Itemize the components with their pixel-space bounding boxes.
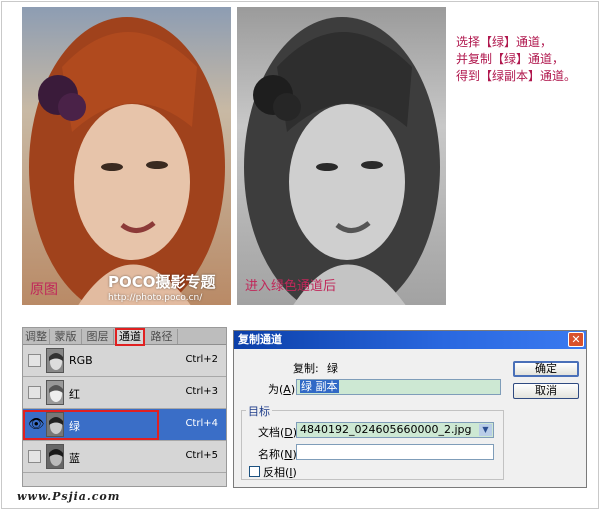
ok-button[interactable]: 确定	[513, 361, 579, 377]
tab-paths[interactable]: 路径	[146, 329, 178, 344]
instruction-text: 选择【绿】通道， 并复制【绿】通道， 得到【绿副本】通道。	[456, 34, 596, 85]
instruction-line: 并复制【绿】通道，	[456, 52, 565, 66]
duplicate-channel-dialog: 复制通道 ✕ 复制: 绿 为(A): 绿 副本 确定 取消 目标 文档(D): …	[233, 330, 587, 488]
green-channel-caption: 进入绿色通道后	[245, 279, 337, 294]
document-value: 4840192_024605660000_2.jpg	[300, 423, 472, 436]
channel-thumbnail	[46, 348, 64, 373]
selection-highlight-box	[23, 410, 159, 440]
green-channel-photo: 进入绿色通道后	[237, 7, 446, 305]
name-label: 名称(N):	[258, 448, 301, 461]
document-select[interactable]: 4840192_024605660000_2.jpg ▼	[296, 422, 494, 438]
channel-row-green[interactable]: 👁 绿 Ctrl+4	[23, 409, 226, 441]
watermark-brand: POCO摄影专题	[108, 273, 216, 291]
channel-thumbnail	[46, 380, 64, 405]
target-group-label: 目标	[246, 403, 272, 419]
instruction-line: 选择【绿】通道，	[456, 35, 553, 49]
chevron-down-icon[interactable]: ▼	[479, 424, 492, 436]
dialog-title: 复制通道	[238, 333, 282, 346]
panel-tabs: 调整 蒙版 图层 通道 路径	[23, 328, 226, 346]
visibility-toggle[interactable]	[28, 450, 41, 463]
channel-shortcut: Ctrl+3	[185, 386, 218, 397]
channel-row-blue[interactable]: 蓝 Ctrl+5	[23, 441, 226, 473]
channel-name: 蓝	[69, 452, 80, 465]
original-caption: 原图	[30, 282, 58, 298]
document-label: 文档(D):	[258, 426, 301, 439]
original-photo: 原图 POCO摄影专题 http://photo.poco.cn/	[22, 7, 231, 305]
channel-row-red[interactable]: 红 Ctrl+3	[23, 377, 226, 409]
close-icon[interactable]: ✕	[568, 332, 584, 347]
visibility-toggle[interactable]	[28, 386, 41, 399]
watermark-url: http://photo.poco.cn/	[108, 293, 203, 303]
as-name-input[interactable]: 绿 副本	[296, 379, 501, 395]
tab-channels[interactable]: 通道	[115, 328, 145, 346]
poco-watermark: POCO摄影专题 http://photo.poco.cn/	[108, 271, 228, 303]
channel-row-rgb[interactable]: RGB Ctrl+2	[23, 345, 226, 377]
portrait-color-illustration	[29, 17, 225, 305]
copy-value: 绿	[327, 362, 338, 375]
site-url: www.Psjia.com	[17, 490, 121, 503]
channel-thumbnail	[46, 444, 64, 469]
as-label: 为(A):	[268, 383, 299, 396]
copy-label: 复制:	[293, 362, 319, 375]
channel-name: 红	[69, 388, 80, 401]
channel-shortcut: Ctrl+4	[185, 418, 218, 429]
tab-layers[interactable]: 图层	[82, 329, 114, 344]
visibility-toggle[interactable]	[28, 354, 41, 367]
channel-shortcut: Ctrl+2	[185, 354, 218, 365]
invert-checkbox[interactable]	[249, 466, 260, 477]
as-name-value: 绿 副本	[300, 380, 339, 393]
tab-adjustments[interactable]: 调整	[23, 329, 50, 344]
channel-name: RGB	[69, 354, 93, 367]
cancel-button[interactable]: 取消	[513, 383, 579, 399]
name-input[interactable]	[296, 444, 494, 460]
channel-shortcut: Ctrl+5	[185, 450, 218, 461]
dialog-title-bar[interactable]: 复制通道 ✕	[234, 331, 586, 349]
channels-panel: 调整 蒙版 图层 通道 路径 RGB Ctrl+2 红 Ctrl+3 👁 绿 C…	[22, 327, 227, 487]
portrait-gray-illustration	[244, 17, 440, 305]
tab-masks[interactable]: 蒙版	[50, 329, 82, 344]
instruction-line: 得到【绿副本】通道。	[456, 69, 577, 83]
invert-label: 反相(I)	[263, 466, 297, 479]
